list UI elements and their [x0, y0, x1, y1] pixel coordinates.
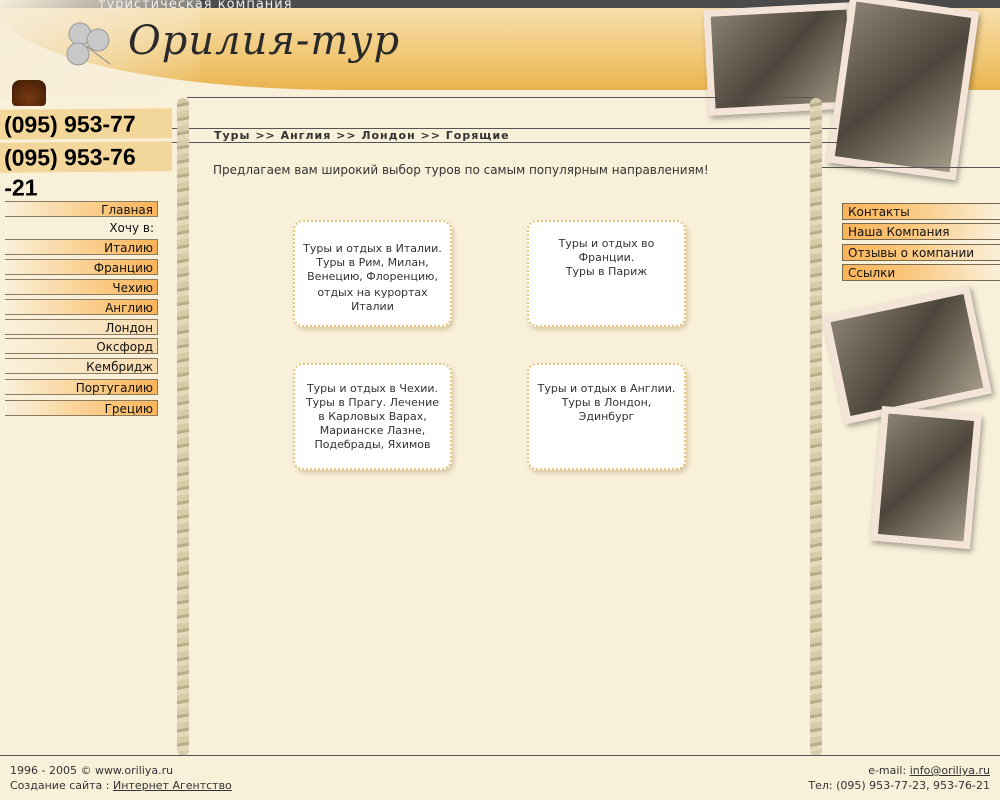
tagline: туристическая компания — [98, 0, 293, 12]
agency-link[interactable]: Интернет Агентство — [113, 779, 232, 792]
card-czech[interactable]: Туры и отдых в Чехии. Туры в Прагу. Лечен… — [293, 363, 452, 470]
photo-castle — [822, 285, 992, 425]
card-line: Туры в Рим, Милан, — [316, 256, 429, 269]
logo[interactable]: Орилия-тур — [128, 18, 400, 64]
footer-divider — [0, 755, 1000, 756]
divider — [172, 142, 837, 143]
created-label: Создание сайта : — [10, 779, 113, 792]
card-line: Туры и отдых в Англии. — [537, 382, 676, 395]
menu-links[interactable]: Ссылки — [842, 264, 1000, 281]
card-line: Туры и отдых в Италии. — [303, 242, 442, 255]
email-line: e-mail: info@oriliya.ru — [868, 764, 990, 777]
menu-home[interactable]: Главная — [5, 201, 158, 217]
card-line: в Карловых Варах, — [318, 410, 427, 423]
menu-oxford[interactable]: Оксфорд — [5, 338, 158, 354]
card-line: Марианске Лазне, — [319, 424, 426, 437]
menu-cambridge[interactable]: Кембридж — [5, 358, 158, 374]
menu-england[interactable]: Англию — [5, 299, 158, 315]
menu-london[interactable]: Лондон — [5, 319, 158, 335]
email-link[interactable]: info@oriliya.ru — [910, 764, 990, 777]
menu-greece[interactable]: Грецию — [5, 400, 158, 416]
rope-right — [810, 98, 822, 756]
clover-logo-icon — [66, 22, 111, 66]
menu-portugal[interactable]: Португалию — [5, 379, 158, 395]
photo-tower — [826, 0, 980, 181]
card-line: Венецию, Флоренцию, — [307, 270, 438, 283]
telephone-icon — [12, 80, 46, 106]
card-italy[interactable]: Туры и отдых в Италии. Туры в Рим, Милан,… — [293, 220, 452, 327]
intro-text: Предлагаем вам широкий выбор туров по са… — [213, 163, 709, 177]
card-line: Туры в Лондон, Эдинбург — [561, 396, 652, 423]
breadcrumb: Туры >> Англия >> Лондон >> Горящие — [214, 129, 510, 142]
copyright: 1996 - 2005 © www.oriliya.ru — [10, 764, 174, 777]
menu-france[interactable]: Францию — [5, 259, 158, 275]
menu-italy[interactable]: Италию — [5, 239, 158, 255]
card-line: Туры и отдых во Франции. — [558, 237, 655, 264]
photo-square — [870, 405, 982, 550]
card-line: Туры и отдых в Чехии. — [306, 382, 439, 395]
card-england[interactable]: Туры и отдых в Англии. Туры в Лондон, Эди… — [527, 363, 686, 470]
card-line: Подебрады, Яхимов — [314, 438, 431, 451]
footer-phones: Тел: (095) 953-77-23, 953-76-21 — [808, 779, 990, 792]
card-line: отдых на курортах Италии — [317, 286, 428, 313]
card-line: Туры в Прагу. Лечение — [305, 396, 440, 409]
menu-czech[interactable]: Чехию — [5, 279, 158, 295]
menu-want-to-label: Хочу в: — [109, 221, 154, 235]
site-creation: Создание сайта : Интернет Агентство — [10, 779, 232, 792]
card-line: Туры в Париж — [565, 265, 648, 278]
email-label: e-mail: — [868, 764, 910, 777]
menu-reviews[interactable]: Отзывы о компании — [842, 244, 1000, 261]
rope-left — [177, 98, 189, 756]
divider — [822, 167, 1000, 168]
divider — [187, 97, 813, 98]
menu-contacts[interactable]: Контакты — [842, 203, 1000, 220]
card-france[interactable]: Туры и отдых во Франции. Туры в Париж — [527, 220, 686, 327]
menu-our-company[interactable]: Наша Компания — [842, 223, 1000, 240]
phone-number-2: (095) 953-76 -21 — [0, 141, 173, 201]
phone-number-1: (095) 953-77 -23 — [0, 108, 173, 168]
